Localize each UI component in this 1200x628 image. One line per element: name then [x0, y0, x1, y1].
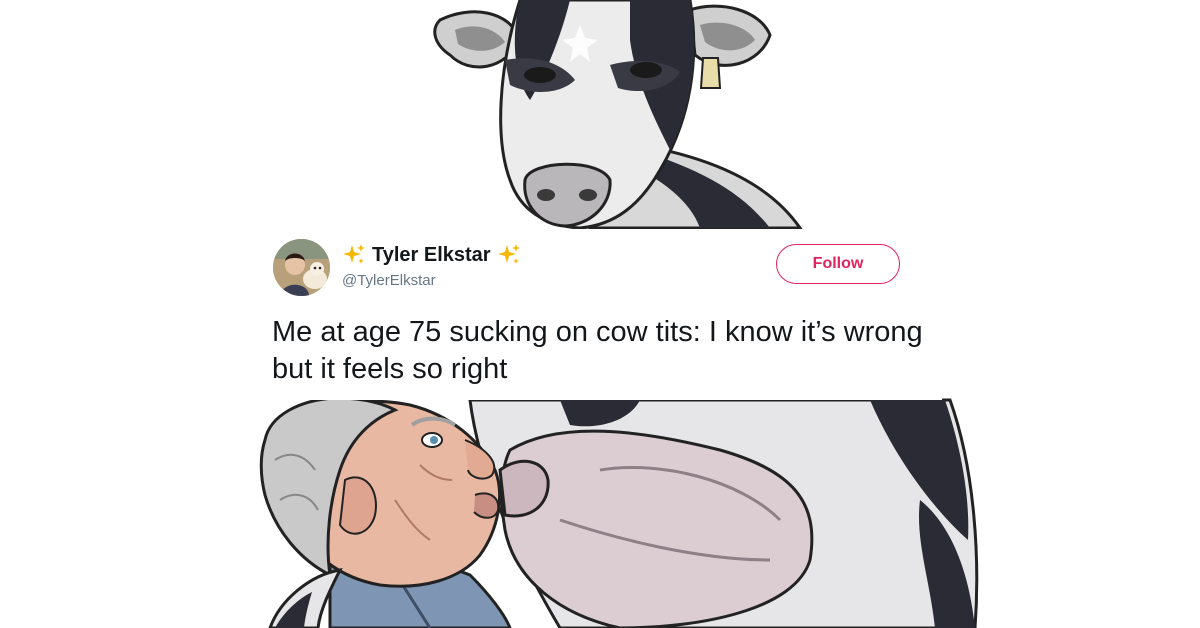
cow-body-icon: [468, 398, 979, 628]
sparkles-icon: [342, 243, 366, 267]
display-name: Tyler Elkstar: [372, 243, 491, 266]
follow-button[interactable]: Follow: [776, 244, 900, 284]
tweet-text: Me at age 75 sucking on cow tits: I know…: [272, 316, 923, 385]
cow-head-icon: [433, 0, 803, 230]
sparkles-icon: [497, 243, 521, 267]
user-handle[interactable]: @TylerElkstar: [342, 272, 436, 289]
avatar[interactable]: [273, 239, 330, 296]
profile-photo-icon: [273, 239, 330, 296]
display-name-row[interactable]: Tyler Elkstar: [342, 241, 521, 269]
tweet-card: Tyler Elkstar @TylerElkstar Follow Me at…: [252, 229, 942, 400]
